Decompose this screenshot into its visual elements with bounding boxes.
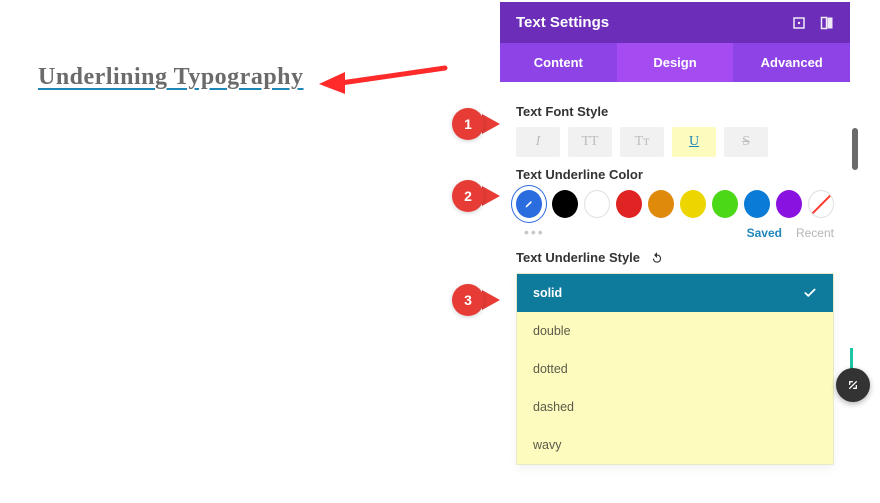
swatch-purple[interactable] [776,190,802,218]
section-underline-style-label: Text Underline Style [516,250,834,265]
panel-tabs: Content Design Advanced [500,43,850,82]
callout-tail [482,290,500,310]
swatch-orange[interactable] [648,190,674,218]
underline-color-label-text: Text Underline Color [516,167,643,182]
option-label: double [533,324,571,338]
tab-content[interactable]: Content [500,43,617,82]
swatch-yellow[interactable] [680,190,706,218]
section-underline-color-label: Text Underline Color [516,167,834,182]
font-style-label-text: Text Font Style [516,104,608,119]
swatch-none[interactable] [808,190,834,218]
option-label: dotted [533,362,568,376]
callout-bubble: 2 [452,180,484,212]
canvas-sample-text: Underlining Typography [38,64,304,91]
panel-header: Text Settings [500,2,850,43]
option-label: solid [533,286,562,300]
font-style-italic[interactable]: I [516,127,560,157]
panel-title: Text Settings [516,14,609,31]
font-style-underline[interactable]: U [672,127,716,157]
dropdown-option-dotted[interactable]: dotted [517,350,833,388]
callout-bubble: 1 [452,108,484,140]
recent-colors-tab[interactable]: Recent [796,226,834,240]
reset-icon[interactable] [650,251,664,265]
expand-icon[interactable] [792,16,806,30]
underline-style-label-text: Text Underline Style [516,250,640,265]
underlined-text: Underlining Typography [38,64,304,90]
callout-bubble: 3 [452,284,484,316]
saved-colors-tab[interactable]: Saved [747,226,782,240]
panel-body: Text Font Style I TT Tᴛ U S Text Underli… [500,82,850,485]
underline-style-dropdown[interactable]: solid double dotted dashed wavy [516,273,834,465]
snap-icon[interactable] [820,16,834,30]
swatch-blue[interactable] [744,190,770,218]
swatch-black[interactable] [552,190,578,218]
callout-tail [482,114,500,134]
tab-advanced[interactable]: Advanced [733,43,850,82]
dropdown-option-wavy[interactable]: wavy [517,426,833,464]
panel-header-icons [792,16,834,30]
font-style-smallcaps[interactable]: Tᴛ [620,127,664,157]
swatch-green[interactable] [712,190,738,218]
swatch-white[interactable] [584,190,610,218]
font-style-uppercase[interactable]: TT [568,127,612,157]
option-label: dashed [533,400,574,414]
saved-recent-row: Saved Recent [516,226,834,240]
callout-tail [482,186,500,206]
font-style-row: I TT Tᴛ U S [516,127,834,157]
color-swatch-row [516,190,834,218]
annotation-arrow [315,60,455,100]
scrollbar[interactable] [852,128,858,170]
section-font-style-label: Text Font Style [516,104,834,119]
dropdown-option-dashed[interactable]: dashed [517,388,833,426]
option-label: wavy [533,438,561,452]
tab-design[interactable]: Design [617,43,734,82]
dropdown-option-solid[interactable]: solid [517,274,833,312]
text-settings-panel: Text Settings Content Design Advanced Te… [500,2,850,485]
color-picker-eyedropper[interactable] [516,190,542,218]
font-style-strike[interactable]: S [724,127,768,157]
swatch-red[interactable] [616,190,642,218]
dropdown-option-double[interactable]: double [517,312,833,350]
resize-handle[interactable] [836,368,870,402]
check-icon [803,286,817,300]
